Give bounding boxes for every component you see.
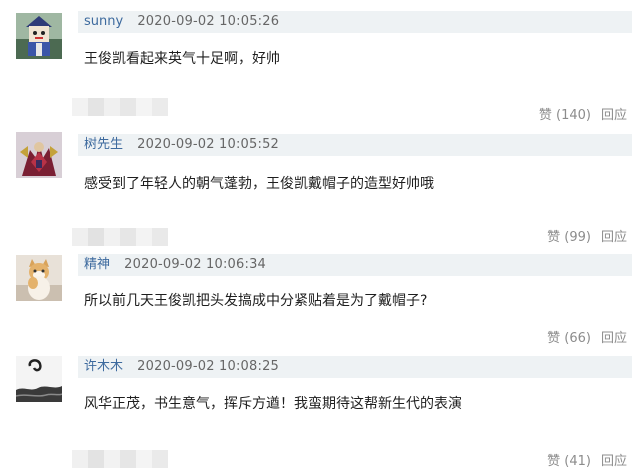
comment-text: 王俊凯看起来英气十足啊，好帅: [84, 51, 280, 67]
avatar[interactable]: [16, 356, 62, 402]
comment-meta-bar: 精神 2020-09-02 10:06:34: [78, 254, 632, 276]
avatar-cartoon-figure-icon: [16, 13, 62, 59]
comment-actions: 赞 (41) 回应: [547, 453, 627, 471]
comment-item: 树先生 2020-09-02 10:05:52 感受到了年轻人的朝气蓬勃，王俊凯…: [0, 118, 641, 248]
comment-item: 许木木 2020-09-02 10:08:25 风华正茂，书生意气，挥斥方遒！我…: [0, 352, 641, 474]
avatar-ink-landscape-icon: [16, 356, 62, 402]
blurred-source-label: [72, 450, 168, 468]
comment-meta-bar: 树先生 2020-09-02 10:05:52: [78, 134, 632, 156]
avatar[interactable]: [16, 132, 62, 178]
username[interactable]: sunny: [84, 11, 123, 33]
like-button[interactable]: 赞 (41): [547, 454, 591, 469]
username[interactable]: 树先生: [84, 134, 123, 156]
comment-text: 感受到了年轻人的朝气蓬勃，王俊凯戴帽子的造型好帅哦: [84, 176, 434, 192]
avatar-cat-icon: [16, 255, 62, 301]
blurred-source-label: [72, 98, 168, 116]
timestamp: 2020-09-02 10:05:26: [137, 14, 280, 29]
comment-text: 所以前几天王俊凯把头发搞成中分紧贴着是为了戴帽子?: [84, 293, 428, 309]
avatar[interactable]: [16, 13, 62, 59]
comment-meta-bar: 许木木 2020-09-02 10:08:25: [78, 356, 632, 378]
reply-button[interactable]: 回应: [601, 230, 627, 245]
comment-item: 精神 2020-09-02 10:06:34 所以前几天王俊凯把头发搞成中分紧贴…: [0, 248, 641, 352]
like-button[interactable]: 赞 (66): [547, 331, 591, 346]
avatar[interactable]: [16, 255, 62, 301]
timestamp: 2020-09-02 10:08:25: [137, 359, 280, 374]
comment-actions: 赞 (66) 回应: [547, 330, 627, 348]
avatar-robot-figure-icon: [16, 132, 62, 178]
timestamp: 2020-09-02 10:06:34: [124, 257, 267, 272]
comment-actions: 赞 (99) 回应: [547, 229, 627, 247]
like-button[interactable]: 赞 (99): [547, 230, 591, 245]
blurred-source-label: [72, 228, 168, 246]
reply-button[interactable]: 回应: [601, 331, 627, 346]
comment-text: 风华正茂，书生意气，挥斥方遒！我蛮期待这帮新生代的表演: [84, 396, 462, 412]
username[interactable]: 许木木: [84, 356, 123, 378]
comment-item: sunny 2020-09-02 10:05:26 王俊凯看起来英气十足啊，好帅…: [0, 0, 641, 123]
comment-meta-bar: sunny 2020-09-02 10:05:26: [78, 11, 632, 33]
username[interactable]: 精神: [84, 254, 110, 276]
reply-button[interactable]: 回应: [601, 454, 627, 469]
timestamp: 2020-09-02 10:05:52: [137, 137, 280, 152]
